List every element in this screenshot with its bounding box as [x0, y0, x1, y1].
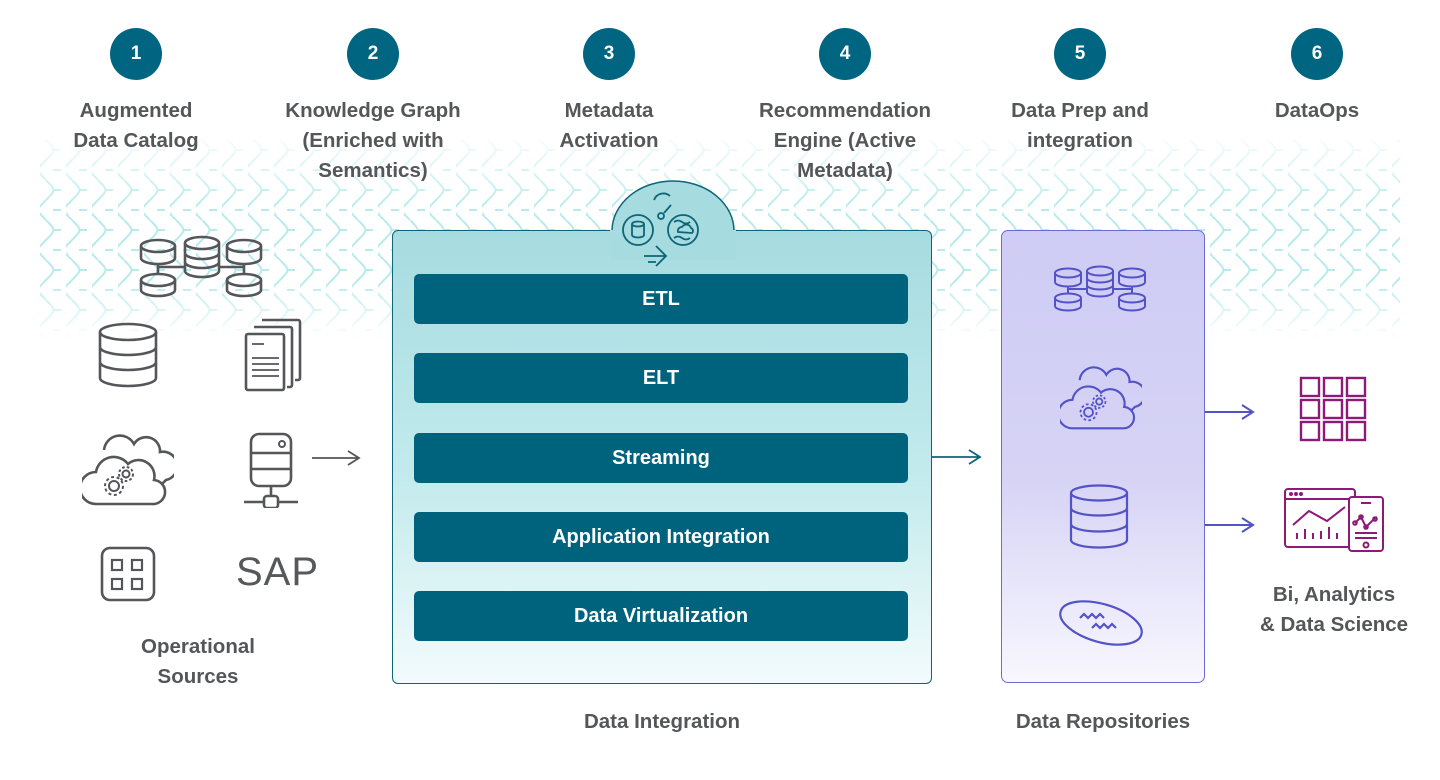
documents-icon [244, 318, 302, 392]
step-number-badge: 1 [110, 28, 162, 80]
step-label: Augmented Data Catalog [73, 99, 199, 152]
integration-item-elt[interactable]: ELT [414, 353, 908, 403]
arrow-right-icon [1205, 517, 1255, 533]
grid-table-icon [1299, 376, 1367, 442]
step-metadata-activation: 3 Metadata Activation [499, 28, 719, 156]
integration-item-application-integration[interactable]: Application Integration [414, 512, 908, 562]
data-integration-label: Data Integration [583, 710, 741, 733]
analytics-dashboard-icon [1284, 488, 1384, 552]
cloud-gears-icon [1060, 366, 1142, 430]
step-number-badge: 2 [347, 28, 399, 80]
step-augmented-data-catalog: 1 Augmented Data Catalog [26, 28, 246, 156]
step-number-badge: 6 [1291, 28, 1343, 80]
consumers-label: Bi, Analytics & Data Science [1259, 583, 1409, 636]
server-network-icon [244, 432, 298, 508]
step-label: Metadata Activation [559, 99, 659, 152]
distributed-database-icon [139, 235, 263, 298]
step-number-badge: 3 [583, 28, 635, 80]
cloud-gears-icon [82, 434, 174, 506]
step-recommendation-engine: 4 Recommendation Engine (Active Metadata… [735, 28, 955, 186]
step-label: Data Prep and integration [1011, 99, 1149, 152]
data-lake-icon [1059, 600, 1143, 646]
database-icon [1069, 484, 1129, 549]
data-repositories-label: Data Repositories [1015, 710, 1191, 733]
step-label: Recommendation Engine (Active Metadata) [759, 99, 931, 182]
operational-sources-label: Operational Sources [141, 635, 255, 688]
arrow-right-icon [932, 449, 982, 465]
integration-item-data-virtualization[interactable]: Data Virtualization [414, 591, 908, 641]
sap-logo-text: SAP [236, 550, 320, 594]
step-label: DataOps [1274, 99, 1360, 122]
step-data-prep-integration: 5 Data Prep and integration [970, 28, 1190, 156]
step-knowledge-graph: 2 Knowledge Graph (Enriched with Semanti… [263, 28, 483, 186]
step-number-badge: 5 [1054, 28, 1106, 80]
app-grid-icon [100, 546, 156, 602]
step-number-badge: 4 [819, 28, 871, 80]
distributed-database-icon [1054, 265, 1146, 312]
arrow-right-icon [312, 450, 361, 466]
integration-item-streaming[interactable]: Streaming [414, 433, 908, 483]
step-dataops: 6 DataOps [1207, 28, 1427, 126]
database-icon [98, 322, 158, 388]
step-label: Knowledge Graph (Enriched with Semantics… [285, 99, 461, 182]
arrow-right-icon [1205, 404, 1255, 420]
integration-item-etl[interactable]: ETL [414, 274, 908, 324]
